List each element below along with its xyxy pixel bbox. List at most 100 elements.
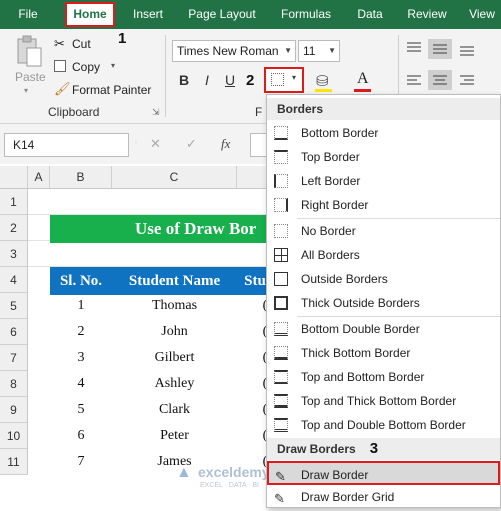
- borders-section-header: Borders: [267, 98, 500, 120]
- menu-item-label: All Borders: [301, 248, 360, 262]
- column-header-c[interactable]: C: [112, 166, 237, 189]
- tab-insert[interactable]: Insert: [122, 0, 174, 29]
- menu-item-bottom-border[interactable]: Bottom Border: [267, 121, 500, 145]
- menu-item-right-border[interactable]: Right Border: [267, 193, 500, 217]
- header-student-name[interactable]: Student Name: [112, 267, 237, 295]
- menu-item-left-border[interactable]: Left Border: [267, 169, 500, 193]
- menu-item-draw-border[interactable]: ✎ Draw Border: [267, 461, 500, 485]
- insert-function-button[interactable]: fx: [221, 136, 230, 152]
- tab-home[interactable]: Home: [65, 2, 115, 27]
- clipboard-launcher-icon[interactable]: ⇲: [152, 107, 160, 118]
- borders-button[interactable]: ▾: [264, 67, 304, 93]
- format-painter-icon: 🖌: [54, 81, 71, 96]
- borders-dropdown-icon[interactable]: ▾: [292, 73, 296, 82]
- column-header-a[interactable]: A: [28, 166, 50, 189]
- tab-file[interactable]: File: [8, 0, 48, 29]
- name-box[interactable]: K14: [4, 133, 129, 157]
- watermark-tagline: EXCEL · DATA · BI: [200, 482, 259, 489]
- font-color-icon[interactable]: A: [357, 70, 369, 88]
- row-header[interactable]: 5: [0, 293, 28, 319]
- top-and-thick-bottom-border-icon: [274, 394, 288, 408]
- cell-sl-no[interactable]: 2: [50, 324, 112, 340]
- column-header-d[interactable]: [237, 166, 267, 189]
- row-header[interactable]: 3: [0, 241, 28, 267]
- sheet-title[interactable]: Use of Draw Bor: [50, 215, 268, 243]
- cell-sl-no[interactable]: 6: [50, 428, 112, 444]
- underline-button[interactable]: U: [222, 72, 238, 88]
- draw-borders-header-label: Draw Borders: [277, 442, 356, 456]
- cell-sl-no[interactable]: 5: [50, 402, 112, 418]
- enter-icon[interactable]: ✓: [186, 136, 197, 152]
- menu-item-label: Bottom Border: [301, 126, 379, 140]
- left-border-icon: [274, 174, 288, 188]
- ribbon-tab-bar: File Home Insert Page Layout Formulas Da…: [0, 0, 501, 29]
- menu-item-thick-outside-borders[interactable]: Thick Outside Borders: [267, 291, 500, 315]
- clipboard-group-label: Clipboard: [48, 105, 100, 119]
- copy-button[interactable]: Copy: [72, 60, 100, 74]
- row-header[interactable]: 1: [0, 189, 28, 215]
- top-and-double-bottom-border-icon: [274, 418, 288, 432]
- menu-item-label: Right Border: [301, 198, 369, 212]
- header-sl-no[interactable]: Sl. No.: [50, 267, 112, 295]
- menu-item-top-and-bottom-border[interactable]: Top and Bottom Border: [267, 365, 500, 389]
- draw-borders-section-header: Draw Borders 3: [267, 438, 500, 460]
- font-name-box[interactable]: Times New Roman ▼: [172, 40, 296, 62]
- name-box-handle-icon[interactable]: ⋮: [134, 139, 138, 144]
- menu-item-bottom-double-border[interactable]: Bottom Double Border: [267, 317, 500, 341]
- cell-sl-no[interactable]: 1: [50, 298, 112, 314]
- cell-student-name[interactable]: Thomas: [112, 298, 237, 314]
- cell-student-name[interactable]: John: [112, 324, 237, 340]
- paste-button[interactable]: Paste: [15, 70, 46, 84]
- paste-dropdown-icon[interactable]: ▾: [24, 86, 28, 95]
- ribbon-divider: [165, 35, 166, 117]
- row-header[interactable]: 7: [0, 345, 28, 371]
- table-header-row: Sl. No. Student Name Stu: [50, 267, 268, 295]
- cell-student-name[interactable]: Clark: [112, 402, 237, 418]
- tab-data[interactable]: Data: [348, 0, 392, 29]
- row-header[interactable]: 11: [0, 449, 28, 475]
- row-header[interactable]: 8: [0, 371, 28, 397]
- tab-formulas[interactable]: Formulas: [272, 0, 340, 29]
- column-header-b[interactable]: B: [50, 166, 112, 189]
- menu-item-all-borders[interactable]: All Borders: [267, 243, 500, 267]
- cell-student-name[interactable]: Ashley: [112, 376, 237, 392]
- tab-review[interactable]: Review: [400, 0, 454, 29]
- borders-icon: [271, 73, 284, 86]
- cell-sl-no[interactable]: 3: [50, 350, 112, 366]
- font-name-dropdown-icon[interactable]: ▼: [284, 41, 292, 61]
- cancel-icon[interactable]: ✕: [150, 136, 161, 152]
- exceldemy-watermark: ▲ exceldemy EXCEL · DATA · BI: [176, 462, 271, 498]
- row-header[interactable]: 2: [0, 215, 28, 241]
- menu-item-thick-bottom-border[interactable]: Thick Bottom Border: [267, 341, 500, 365]
- copy-icon: [54, 60, 66, 72]
- outside-borders-icon: [274, 272, 288, 286]
- cell-student-name[interactable]: Peter: [112, 428, 237, 444]
- row-header[interactable]: 6: [0, 319, 28, 345]
- top-and-bottom-border-icon: [274, 370, 288, 384]
- cell-sl-no[interactable]: 7: [50, 454, 112, 470]
- fill-color-icon[interactable]: ⛁: [316, 72, 329, 90]
- font-size-box[interactable]: 11 ▼: [298, 40, 340, 62]
- menu-item-draw-border-grid[interactable]: ✎ Draw Border Grid: [267, 485, 500, 509]
- menu-item-label: Top and Thick Bottom Border: [301, 394, 457, 408]
- tab-view[interactable]: View: [460, 0, 501, 29]
- menu-item-label: Draw Border Grid: [301, 490, 395, 504]
- cell-sl-no[interactable]: 4: [50, 376, 112, 392]
- font-size-dropdown-icon[interactable]: ▼: [328, 41, 336, 61]
- row-header[interactable]: 9: [0, 397, 28, 423]
- select-all-corner[interactable]: [0, 166, 28, 189]
- cut-button[interactable]: Cut: [72, 37, 91, 51]
- bold-button[interactable]: B: [176, 72, 192, 88]
- menu-item-top-and-thick-bottom-border[interactable]: Top and Thick Bottom Border: [267, 389, 500, 413]
- row-header[interactable]: 10: [0, 423, 28, 449]
- menu-item-outside-borders[interactable]: Outside Borders: [267, 267, 500, 291]
- copy-dropdown-icon[interactable]: ▾: [111, 61, 115, 70]
- row-header[interactable]: 4: [0, 267, 28, 293]
- menu-item-top-and-double-bottom-border[interactable]: Top and Double Bottom Border: [267, 413, 500, 437]
- cell-student-name[interactable]: Gilbert: [112, 350, 237, 366]
- menu-item-no-border[interactable]: No Border: [267, 219, 500, 243]
- tab-page-layout[interactable]: Page Layout: [180, 0, 264, 29]
- italic-button[interactable]: I: [199, 72, 215, 88]
- menu-item-top-border[interactable]: Top Border: [267, 145, 500, 169]
- format-painter-button[interactable]: Format Painter: [72, 83, 151, 97]
